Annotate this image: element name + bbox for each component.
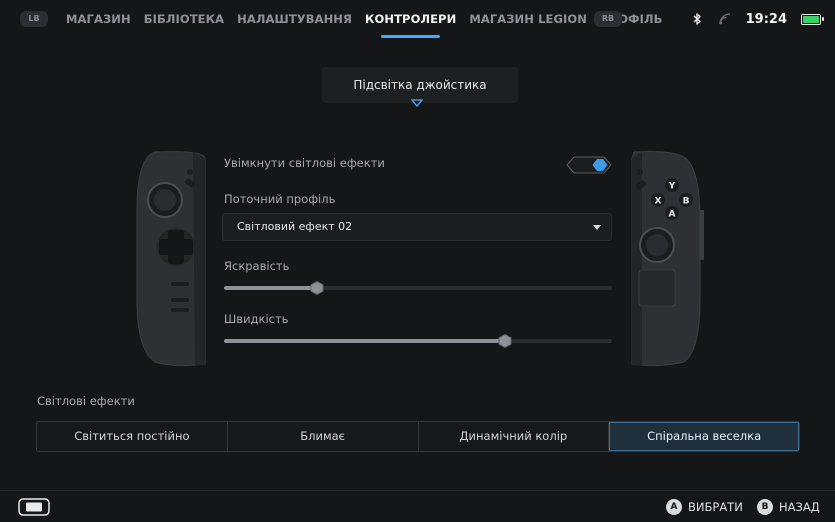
section-title[interactable]: Підсвітка джойстика [322,67,518,103]
select-label: ВИБРАТИ [688,500,743,514]
battery-icon [801,13,824,25]
speed-slider[interactable] [224,334,612,348]
brightness-fill [224,286,318,290]
button-b-label: B [683,197,690,207]
button-x-label: X [655,197,662,207]
right-controller-illustration: Y X B A [631,151,704,367]
lights-toggle[interactable] [566,156,612,174]
tab-controllers[interactable]: КОНТРОЛЕРИ [365,0,456,38]
b-button-icon: B [757,499,773,515]
speed-thumb[interactable] [498,334,512,348]
device-icon[interactable] [18,498,50,516]
main-nav: МАГАЗИН БІБЛІОТЕКА НАЛАШТУВАННЯ КОНТРОЛЕ… [66,0,676,38]
button-y-label: Y [668,182,676,192]
effects-title: Світлові ефекти [37,394,135,408]
effect-spiral-rainbow[interactable]: Спіральна веселка [609,422,799,451]
brightness-slider[interactable] [224,281,612,295]
effect-steady[interactable]: Світиться постійно [37,422,228,451]
tab-library[interactable]: БІБЛІОТЕКА [144,0,224,38]
effect-dynamic-color[interactable]: Динамічний колір [418,422,610,451]
back-hint[interactable]: B НАЗАД [757,491,820,522]
tab-store[interactable]: МАГАЗИН [66,0,131,38]
top-bar: LB МАГАЗИН БІБЛІОТЕКА НАЛАШТУВАННЯ КОНТР… [0,0,835,38]
clock: 19:24 [745,11,787,27]
bluetooth-icon [693,13,701,25]
back-label: НАЗАД [779,500,820,514]
tab-legion-store[interactable]: МАГАЗИН LEGION [469,0,587,38]
speed-fill [224,339,506,343]
profile-dropdown[interactable]: Світловий ефект 02 [222,213,612,241]
brightness-thumb[interactable] [310,281,324,295]
brightness-label: Яскравість [224,259,290,273]
select-hint[interactable]: A ВИБРАТИ [666,491,743,522]
lb-bumper-hint[interactable]: LB [20,11,48,27]
speed-label: Швидкість [224,312,289,326]
bottom-bar: A ВИБРАТИ B НАЗАД [0,490,835,522]
button-a-label: A [669,210,676,220]
wifi-icon [718,13,730,25]
chevron-down-icon [593,225,601,230]
left-controller-illustration [136,151,206,367]
status-area: 19:24 [690,0,824,38]
chevron-down-icon [411,99,423,107]
tab-settings[interactable]: НАЛАШТУВАННЯ [237,0,352,38]
effects-segmented-control: Світиться постійно Блимає Динамічний кол… [36,421,800,452]
rb-bumper-hint[interactable]: RB [594,11,622,27]
a-button-icon: A [666,499,682,515]
profile-value: Світловий ефект 02 [237,220,353,233]
profile-label: Поточний профіль [224,192,336,206]
effect-blink[interactable]: Блимає [227,422,419,451]
lights-toggle-label: Увімкнути світлові ефекти [224,156,385,170]
